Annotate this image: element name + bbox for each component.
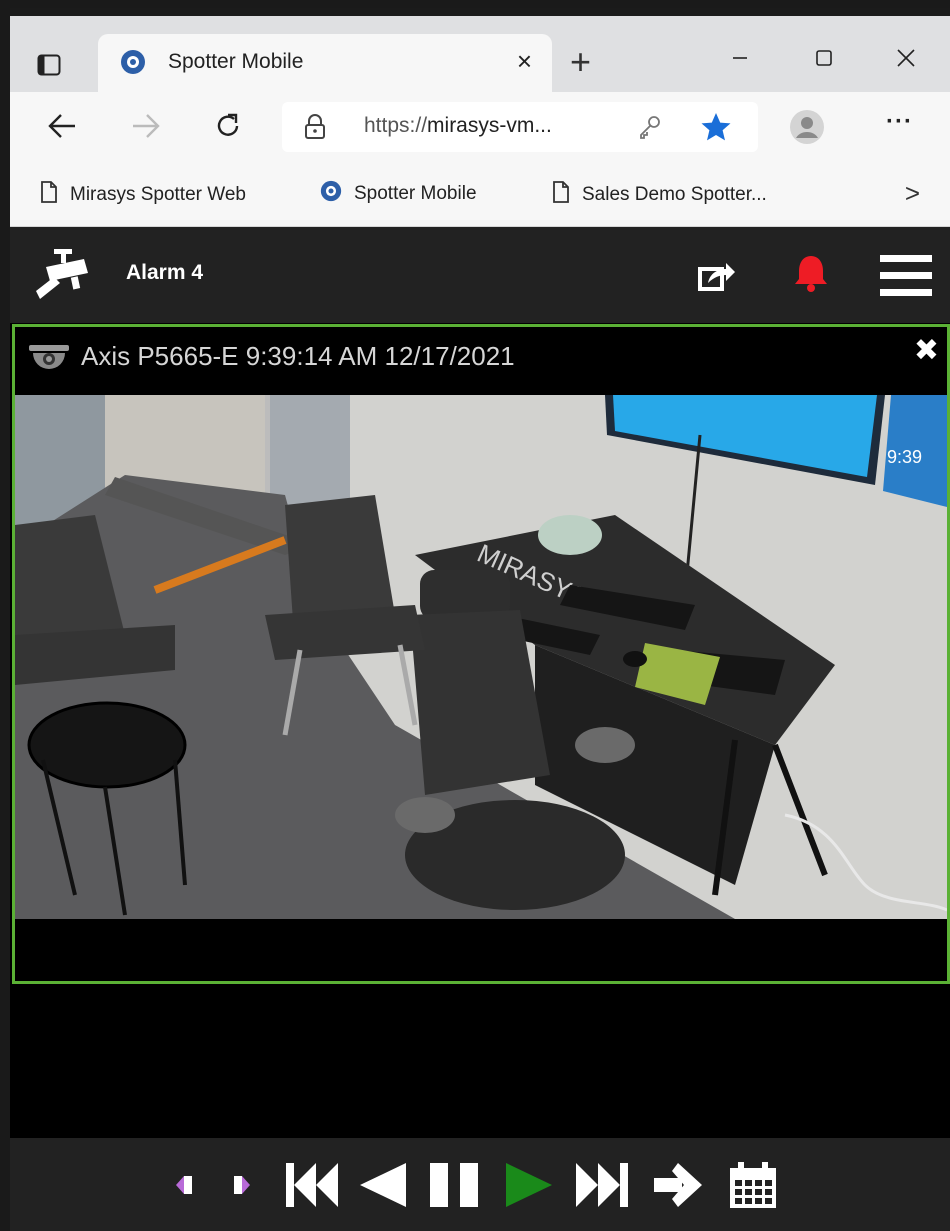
browser-toolbar: https://mirasys-vm... ··· <box>10 92 950 160</box>
address-bar[interactable]: https://mirasys-vm... <box>282 102 758 152</box>
alarm-bell-icon[interactable] <box>792 253 830 298</box>
bookmarks-overflow-chevron-icon[interactable]: > <box>905 178 920 209</box>
camera-view-panel[interactable]: Axis P5665-E 9:39:14 AM 12/17/2021 ✖ 9:3… <box>12 324 950 984</box>
back-icon[interactable] <box>42 106 82 146</box>
go-to-live-arrow-icon[interactable] <box>654 1160 704 1210</box>
tab-spotter-mobile[interactable]: Spotter Mobile × <box>98 34 552 92</box>
bookmark-sales-demo-spotter[interactable]: Sales Demo Spotter... <box>552 180 767 210</box>
camera-title: Axis P5665-E 9:39:14 AM 12/17/2021 <box>81 341 515 371</box>
spotter-favicon-icon <box>320 180 342 208</box>
favorite-star-icon[interactable] <box>700 112 732 147</box>
bookmark-label: Sales Demo Spotter... <box>582 184 767 205</box>
profile-avatar-icon[interactable] <box>790 110 824 149</box>
tab-title: Spotter Mobile <box>168 50 304 73</box>
spotter-favicon-icon <box>120 49 146 80</box>
window-top-border <box>10 8 950 16</box>
calendar-icon[interactable] <box>728 1160 778 1210</box>
more-menu-icon[interactable]: ··· <box>886 108 913 136</box>
browser-window: Spotter Mobile × + https://mirasys-vm...… <box>10 8 950 1231</box>
minimize-icon[interactable] <box>710 38 770 78</box>
bookmark-spotter-mobile[interactable]: Spotter Mobile <box>320 180 477 208</box>
camera-header: Axis P5665-E 9:39:14 AM 12/17/2021 ✖ <box>15 327 947 395</box>
step-forward-icon[interactable] <box>232 1160 250 1210</box>
lock-icon[interactable] <box>304 114 326 145</box>
play-backward-icon[interactable] <box>360 1160 406 1210</box>
rewind-fast-icon[interactable] <box>286 1160 338 1210</box>
camera-video-feed[interactable]: 9:39 MIRASYS <box>15 395 947 919</box>
tab-close-icon[interactable]: × <box>517 48 532 74</box>
url-host: mirasys-vm... <box>427 114 552 137</box>
header-title: Alarm 4 <box>126 261 204 284</box>
forward-icon <box>126 106 166 146</box>
page-icon <box>552 180 570 210</box>
key-icon[interactable] <box>638 114 662 145</box>
camera-frame-image: 9:39 MIRASYS <box>15 395 947 919</box>
reload-icon[interactable] <box>208 106 248 146</box>
step-back-icon[interactable] <box>176 1160 194 1210</box>
close-icon[interactable]: ✖ <box>914 333 939 368</box>
screen-clock-text: 9:39 <box>887 447 922 467</box>
new-tab-button[interactable]: + <box>570 44 591 80</box>
page-icon <box>40 180 58 210</box>
bookmark-label: Mirasys Spotter Web <box>70 184 246 205</box>
maximize-icon[interactable] <box>794 38 854 78</box>
close-window-icon[interactable] <box>876 38 936 78</box>
share-export-icon[interactable] <box>696 257 736 298</box>
fast-forward-icon[interactable] <box>576 1160 628 1210</box>
pause-icon[interactable] <box>430 1160 480 1210</box>
app-header: Alarm 4 <box>10 227 950 323</box>
url-scheme: https:// <box>364 114 428 137</box>
bookmark-label: Spotter Mobile <box>354 183 477 204</box>
bookmark-mirasys-spotter-web[interactable]: Mirasys Spotter Web <box>40 180 246 210</box>
security-camera-logo-icon[interactable] <box>32 247 92 308</box>
url-text[interactable]: https://mirasys-vm... <box>364 114 552 138</box>
tab-actions-icon[interactable] <box>32 48 66 82</box>
hamburger-menu-icon[interactable] <box>880 255 932 302</box>
tab-strip: Spotter Mobile × + <box>10 8 950 92</box>
dome-camera-icon <box>29 343 69 378</box>
play-icon[interactable] <box>506 1160 552 1210</box>
bookmarks-bar: Mirasys Spotter Web Spotter Mobile Sales… <box>10 160 950 227</box>
playback-controls <box>10 1138 950 1231</box>
